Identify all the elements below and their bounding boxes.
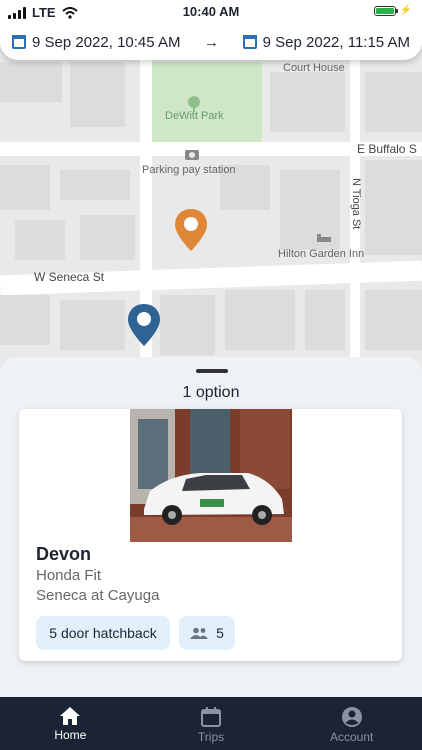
map-label-w-seneca: W Seneca St: [34, 270, 105, 284]
calendar-icon: [201, 707, 221, 727]
status-time: 10:40 AM: [182, 4, 240, 19]
map-label-hilton: Hilton Garden Inn: [278, 248, 365, 260]
vehicle-location: Seneca at Cayuga: [36, 587, 160, 604]
origin-pin-icon[interactable]: [126, 302, 162, 348]
end-time-label: 9 Sep 2022, 11:15 AM: [262, 33, 410, 51]
map-label-court-house: Court House: [283, 62, 345, 74]
vehicle-photo: [130, 409, 292, 542]
map-label-n-tioga: N Tioga St: [350, 178, 362, 230]
options-count: 1 option: [182, 384, 240, 401]
map-label-parking: Parking pay station: [142, 164, 236, 176]
camera-icon: [185, 150, 199, 160]
account-icon: [341, 707, 362, 727]
vehicle-card[interactable]: Devon Honda Fit Seneca at Cayuga 5 door …: [19, 409, 402, 661]
hotel-icon: [317, 234, 331, 242]
end-time-button[interactable]: 9 Sep 2022, 11:15 AM: [242, 33, 410, 51]
battery-icon: [373, 5, 398, 16]
tab-trips-label: Trips: [197, 730, 225, 744]
start-time-label: 9 Sep 2022, 10:45 AM: [32, 33, 181, 51]
tab-home[interactable]: Home: [0, 697, 141, 750]
charging-icon: ⚡: [399, 5, 412, 16]
start-time-button[interactable]: 9 Sep 2022, 10:45 AM: [12, 34, 180, 51]
map-label-park: DeWitt Park: [165, 110, 224, 122]
map-label-e-buffalo: E Buffalo S: [357, 142, 417, 156]
results-sheet[interactable]: 1 option Devon Honda Fit Seneca at Cayug…: [0, 357, 422, 697]
seats-badge: 5: [179, 616, 235, 650]
tab-trips[interactable]: Trips: [141, 697, 282, 750]
sheet-drag-handle[interactable]: [196, 369, 228, 373]
people-icon: [190, 627, 209, 639]
vehicle-model: Honda Fit: [36, 567, 102, 584]
vehicle-type-badge: 5 door hatchback: [36, 616, 170, 650]
status-bar: LTE 10:40 AM ⚡: [0, 0, 422, 24]
arrow-right-icon: →: [204, 33, 220, 51]
vehicle-name: Devon: [36, 544, 92, 564]
tab-account[interactable]: Account: [281, 697, 422, 750]
calendar-icon: [242, 35, 257, 49]
destination-pin-icon[interactable]: [173, 207, 209, 253]
calendar-icon: [12, 35, 26, 49]
booking-time-bar[interactable]: 9 Sep 2022, 10:45 AM → 9 Sep 2022, 11:15…: [0, 24, 422, 60]
home-icon: [60, 707, 81, 725]
tab-bar: Home Trips Account: [0, 697, 422, 750]
tab-home-label: Home: [54, 728, 87, 742]
vehicle-type-label: 5 door hatchback: [49, 625, 157, 641]
tab-account-label: Account: [330, 730, 374, 744]
seats-count: 5: [216, 625, 224, 641]
